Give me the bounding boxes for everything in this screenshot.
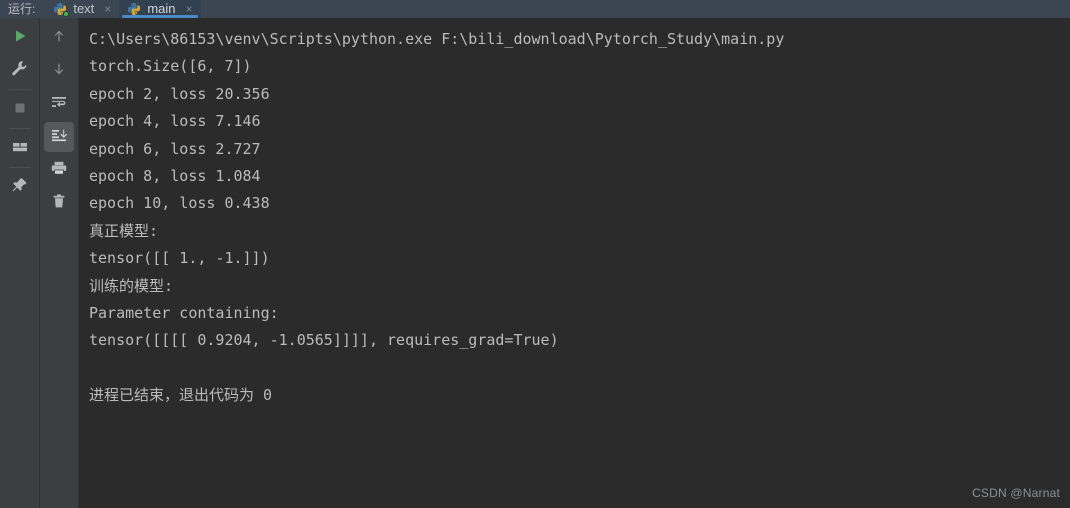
scroll-to-end-icon — [50, 127, 68, 148]
python-file-icon — [53, 2, 70, 17]
rerun-button[interactable] — [5, 23, 35, 53]
stop-square-icon — [12, 100, 28, 121]
console-line: tensor([[ 1., -1.]]) — [89, 249, 270, 268]
wrench-icon — [11, 60, 28, 82]
printer-icon — [50, 160, 68, 181]
watermark: CSDN @Narnat — [972, 486, 1060, 500]
tab-label: text — [73, 1, 95, 16]
console-line: epoch 2, loss 20.356 — [89, 84, 270, 103]
pin-tab-button[interactable] — [5, 173, 35, 203]
toolbar-separator — [8, 167, 31, 168]
print-button[interactable] — [44, 155, 74, 185]
pin-icon — [11, 177, 28, 199]
console-line: 进程已结束，退出代码为 0 — [89, 386, 273, 405]
layout-button[interactable] — [5, 134, 35, 164]
toolbar-separator — [8, 128, 31, 129]
console-line: tensor([[[[ 0.9204, -1.0565]]]], require… — [89, 331, 559, 350]
clear-all-button[interactable] — [44, 188, 74, 218]
console-lines: C:\Users\86153\venv\Scripts\python.exe F… — [80, 18, 1070, 409]
console-line: torch.Size([6, 7]) — [89, 57, 252, 76]
close-icon[interactable]: × — [184, 3, 195, 15]
running-indicator-dot — [63, 11, 70, 17]
console-line: epoch 10, loss 0.438 — [89, 194, 270, 213]
tab-main[interactable]: main × — [119, 0, 201, 18]
up-button[interactable] — [44, 23, 74, 53]
console-line: epoch 8, loss 1.084 — [89, 166, 261, 185]
down-button[interactable] — [44, 56, 74, 86]
soft-wrap-icon — [50, 94, 68, 115]
console-line: C:\Users\86153\venv\Scripts\python.exe F… — [89, 30, 785, 48]
run-toolbar-primary — [0, 18, 40, 508]
tab-text[interactable]: text × — [45, 0, 119, 18]
run-tabbar: 运行: text × main × — [0, 0, 1070, 18]
panels-icon — [11, 139, 29, 160]
close-icon[interactable]: × — [102, 3, 113, 15]
arrow-up-icon — [51, 28, 67, 49]
run-tool-window-label: 运行: — [8, 2, 36, 16]
run-tool-window: 运行: text × main × C:\Users\86153\venv\Sc… — [0, 0, 1070, 508]
console-line: epoch 4, loss 7.146 — [89, 112, 261, 131]
console-line: 训练的模型: — [89, 276, 174, 295]
toolbar-separator — [8, 89, 31, 90]
python-file-icon — [127, 2, 141, 16]
console-line: 真正模型: — [89, 221, 159, 240]
soft-wrap-button[interactable] — [44, 89, 74, 119]
settings-button[interactable] — [5, 56, 35, 86]
arrow-down-icon — [51, 61, 67, 82]
stop-button[interactable] — [5, 95, 35, 125]
console-line: epoch 6, loss 2.727 — [89, 139, 261, 158]
run-toolbar-secondary — [40, 18, 79, 508]
trash-icon — [51, 193, 67, 214]
console-line: Parameter containing: — [89, 303, 279, 322]
scroll-to-end-button[interactable] — [44, 122, 74, 152]
console-output-area[interactable]: C:\Users\86153\venv\Scripts\python.exe F… — [80, 18, 1070, 508]
play-icon — [12, 28, 28, 49]
